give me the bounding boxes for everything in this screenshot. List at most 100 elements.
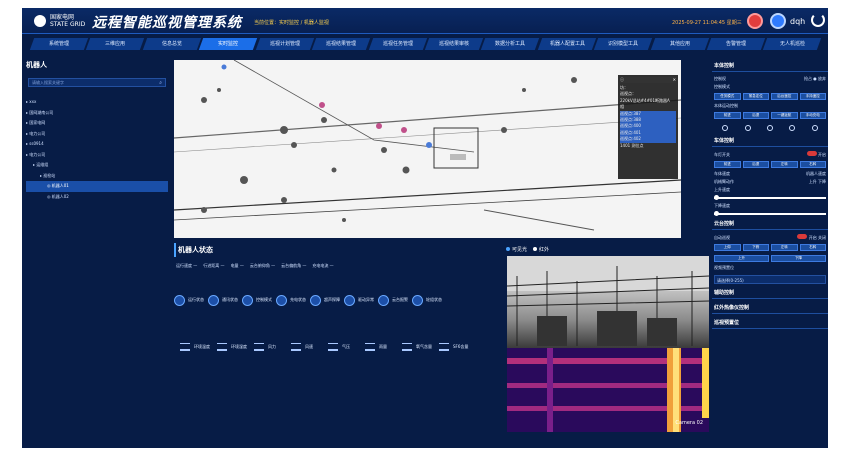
- power-toggle-icon[interactable]: [722, 125, 729, 131]
- auto-patrol-options[interactable]: 开启 关闭: [797, 234, 826, 241]
- env-item-label: 风力: [268, 344, 276, 349]
- control-button[interactable]: 上仰: [714, 244, 741, 251]
- search-icon[interactable]: ⌕: [159, 80, 162, 86]
- control-button[interactable]: 下俯: [742, 244, 769, 251]
- tree-item[interactable]: ▸ 电力公司: [26, 129, 168, 140]
- power-icon[interactable]: [811, 13, 825, 27]
- control-button[interactable]: 下降: [771, 255, 826, 262]
- site-map-svg: [174, 60, 681, 238]
- nav-item[interactable]: 巡视任务管理: [368, 38, 428, 50]
- nav-item[interactable]: 实时监控: [199, 38, 258, 50]
- control-button[interactable]: 前进: [714, 112, 741, 119]
- top-bar: 国家电网 STATE GRID 远程智能巡视管理系统 当前位置：实时监控 / 机…: [22, 8, 828, 34]
- motor-alarm-icon: [378, 294, 389, 306]
- tree-item[interactable]: ▸ 运维组: [26, 160, 168, 171]
- light-switch-toggle[interactable]: 开启: [806, 151, 826, 158]
- motion-control-label: 本体运动控制: [714, 103, 738, 108]
- control-button[interactable]: 后退: [742, 161, 769, 168]
- env-item-label: 风速: [305, 344, 313, 349]
- nav-item[interactable]: 信息总览: [142, 38, 202, 50]
- control-right-options[interactable]: 抢占 ● 放弃: [804, 76, 826, 82]
- preset-select[interactable]: 请选择(0-255): [714, 275, 826, 284]
- control-button[interactable]: 手动充电: [799, 112, 826, 119]
- user-avatar-icon[interactable]: [770, 13, 786, 29]
- auto-patrol-row: 自动巡视 开启 关闭: [712, 233, 828, 242]
- light-icon[interactable]: [811, 125, 818, 131]
- nav-item[interactable]: 巡视结果管理: [311, 38, 371, 50]
- return-icon[interactable]: [766, 125, 773, 131]
- control-button[interactable]: 紧急定位: [742, 93, 769, 100]
- card-lines: 坊： 巡视点： 220kV总站#4#01断路器A 相巡视点:387 巡视点:388 巡视点…: [620, 85, 676, 149]
- control-button[interactable]: 左转: [771, 244, 798, 251]
- control-button[interactable]: 任务模式: [714, 93, 741, 100]
- signal-icon[interactable]: [744, 125, 751, 131]
- card-header: ⓘ ✕: [620, 77, 676, 83]
- up-speed-row: 上升速度: [712, 186, 828, 194]
- tab-visible-light[interactable]: 可见光: [506, 246, 527, 253]
- tree-item[interactable]: ◎ 机器人02: [26, 192, 168, 203]
- nav-item[interactable]: 巡视结果审核: [424, 38, 484, 50]
- down-speed-slider[interactable]: [714, 211, 826, 216]
- tree-item[interactable]: ◎ 机器人01: [26, 181, 168, 192]
- tab-infrared[interactable]: 红外: [533, 246, 549, 253]
- control-button[interactable]: 前进: [714, 161, 741, 168]
- main-nav: 系统管理 三维应用 信息总览 实时监控 巡视计划管理 巡视结果管理 巡视任务管理 巡视结果审核…: [29, 38, 823, 50]
- up-speed-slider[interactable]: [714, 195, 826, 200]
- tree-item-label: 国网湖南公司: [29, 109, 54, 115]
- nav-item[interactable]: 其他应用: [650, 38, 710, 50]
- control-button[interactable]: 一键返航: [771, 112, 798, 119]
- ptz-control-title: 云台控制: [712, 218, 828, 230]
- charge-icon[interactable]: [789, 125, 796, 131]
- alarm-bell-icon[interactable]: [747, 13, 763, 29]
- nav-item[interactable]: 系统管理: [29, 38, 89, 50]
- control-button[interactable]: 右转: [799, 161, 826, 168]
- tree-item[interactable]: ▸ 巡检站: [26, 171, 168, 182]
- site-map[interactable]: [174, 60, 681, 238]
- visible-light-video[interactable]: [507, 256, 709, 348]
- motion-control-row: 本体运动控制: [712, 102, 828, 110]
- nav-item-label: 巡视结果审核: [439, 41, 470, 47]
- tree-item[interactable]: ▸ 国网湖南公司: [26, 108, 168, 119]
- nav-item-label: 系统管理: [49, 41, 70, 47]
- tree-item[interactable]: ▸ 国家电网: [26, 118, 168, 129]
- tree-item[interactable]: ▸ xxx: [26, 97, 168, 108]
- aux-control-title[interactable]: 辅助控制: [712, 287, 828, 299]
- status-item: 轮组状态: [412, 285, 446, 315]
- patrol-preset-title[interactable]: 巡视预置位: [712, 317, 828, 329]
- tree-item-label: xxx: [29, 99, 37, 104]
- nav-item-label: 无人机巡检: [780, 41, 806, 47]
- arm-action-row: 机械臂动作 上升 下降: [712, 178, 828, 186]
- close-icon[interactable]: ✕: [673, 77, 676, 83]
- nav-item[interactable]: 机器人配置工具: [537, 38, 597, 50]
- infrared-control-title[interactable]: 红外热像仪控制: [712, 302, 828, 314]
- infrared-video[interactable]: Camera 02: [507, 348, 709, 432]
- arm-action-options[interactable]: 上升 下降: [809, 179, 826, 185]
- control-right-row: 控制权 抢占 ● 放弃: [712, 75, 828, 83]
- nav-item[interactable]: 三维应用: [86, 38, 146, 50]
- nav-item[interactable]: 巡视计划管理: [255, 38, 315, 50]
- tree-item[interactable]: ▸ ss0914: [26, 139, 168, 150]
- control-button[interactable]: 左转: [771, 161, 798, 168]
- env-item: 环境湿度: [217, 337, 254, 357]
- nav-item-label: 巡视任务管理: [382, 41, 413, 47]
- control-mode-label: 控制模式: [714, 84, 730, 89]
- username[interactable]: dqh: [790, 17, 805, 26]
- motion-buttons: 前进 后退 一键返航 手动充电: [712, 110, 828, 121]
- arm-action-label: 机械臂动作: [714, 179, 734, 184]
- tree-item-label: 机器人02: [51, 193, 69, 199]
- control-button[interactable]: 上升: [714, 255, 769, 262]
- nav-item[interactable]: 无人机巡检: [763, 38, 823, 50]
- robot-search-input[interactable]: 请输入搜索关键字 ⌕: [28, 78, 166, 87]
- control-button[interactable]: 右转: [799, 244, 826, 251]
- wind-speed-icon: [291, 343, 301, 351]
- control-button[interactable]: 后退: [742, 112, 769, 119]
- control-button[interactable]: 后台遥控: [771, 93, 798, 100]
- tree-item[interactable]: ▸ 电力公司: [26, 150, 168, 161]
- nav-item[interactable]: 识别模型工具: [594, 38, 653, 50]
- control-button[interactable]: 手持遥控: [799, 93, 826, 100]
- nav-item[interactable]: 告警管理: [706, 38, 766, 50]
- status-item-label: 通讯状态: [222, 297, 238, 302]
- status-legend: 运行速度 — 行进距离 — 电量 — 云台俯仰角 — 云台偏航角 — 充电电流 —: [176, 263, 482, 269]
- quick-icons: [712, 121, 828, 135]
- nav-item[interactable]: 数据分析工具: [481, 38, 540, 50]
